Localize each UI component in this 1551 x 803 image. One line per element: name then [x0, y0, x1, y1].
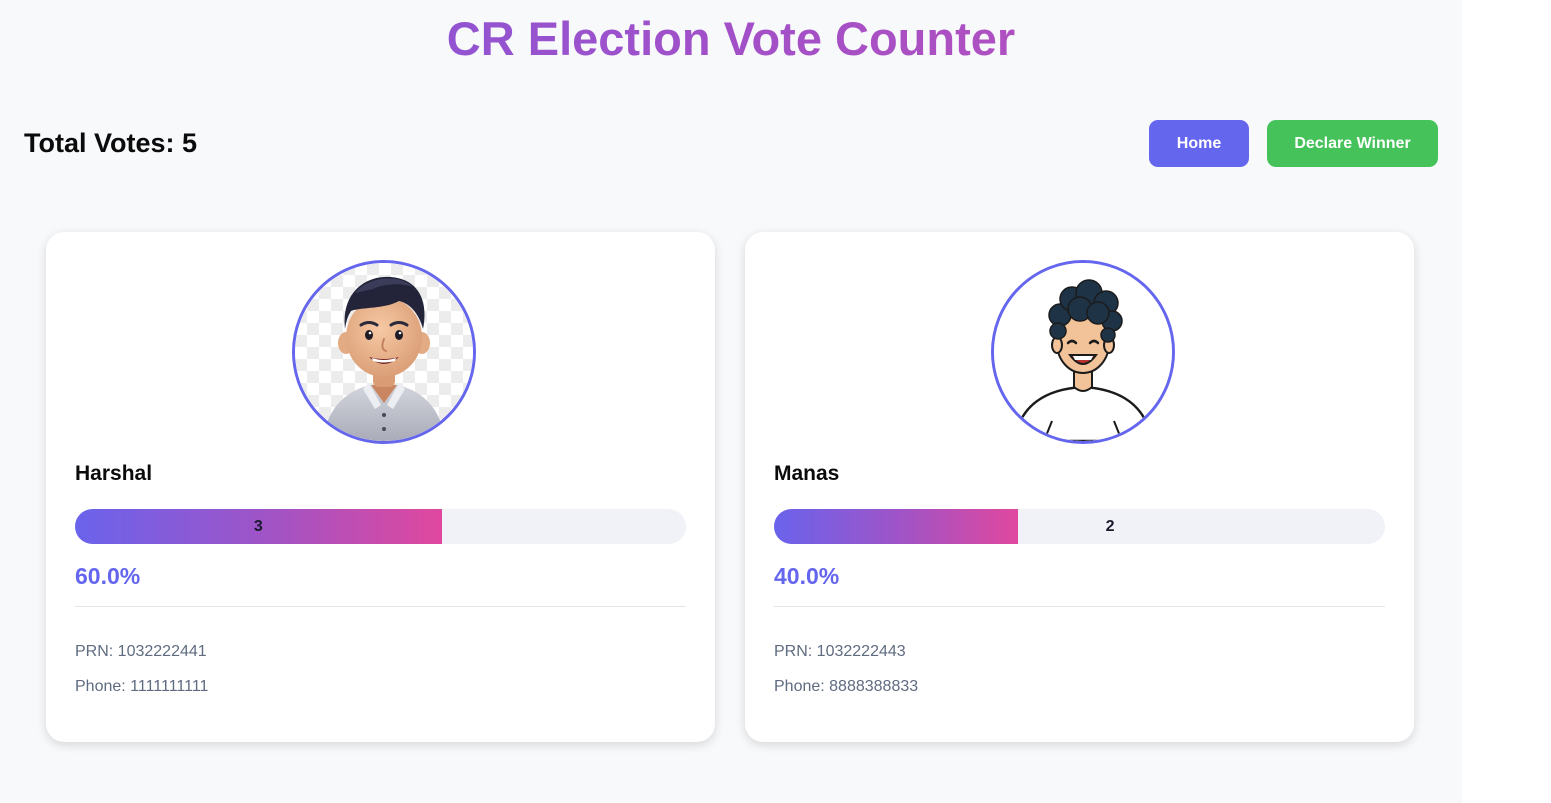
vote-count: 3 — [253, 518, 263, 535]
vote-percentage: 40.0% — [774, 563, 840, 589]
vote-progress-bar: 2 — [774, 509, 1385, 544]
vote-percentage: 60.0% — [75, 563, 141, 589]
page-title: CR Election Vote Counter — [0, 10, 1462, 68]
candidate-prn: PRN: 1032222443 — [774, 643, 906, 660]
candidate-card: Harshal 3 60.0% PRN: 1032222441 Phone: 1… — [46, 232, 715, 742]
vote-progress-fill — [774, 509, 1019, 544]
cartoon-curly-hair-avatar-icon — [994, 263, 1172, 441]
candidate-card: Manas 2 40.0% PRN: 1032222443 Phone: 888… — [745, 232, 1414, 742]
candidate-avatar — [991, 260, 1175, 444]
candidate-prn: PRN: 1032222441 — [75, 643, 207, 660]
vote-count: 2 — [1105, 518, 1115, 535]
divider — [75, 606, 686, 607]
candidate-name: Harshal — [75, 462, 153, 485]
candidate-name: Manas — [774, 462, 840, 485]
home-button[interactable]: Home — [1149, 120, 1249, 167]
divider — [774, 606, 1385, 607]
3d-boy-avatar-icon — [295, 263, 473, 441]
vote-progress-bar: 3 — [75, 509, 686, 544]
page: CR Election Vote Counter Total Votes: 5 … — [0, 0, 1462, 803]
declare-winner-button[interactable]: Declare Winner — [1267, 120, 1438, 167]
total-votes: Total Votes: 5 — [24, 128, 198, 158]
candidate-phone: Phone: 8888388833 — [774, 678, 919, 695]
candidate-phone: Phone: 1111111111 — [75, 678, 209, 695]
candidate-avatar — [292, 260, 476, 444]
